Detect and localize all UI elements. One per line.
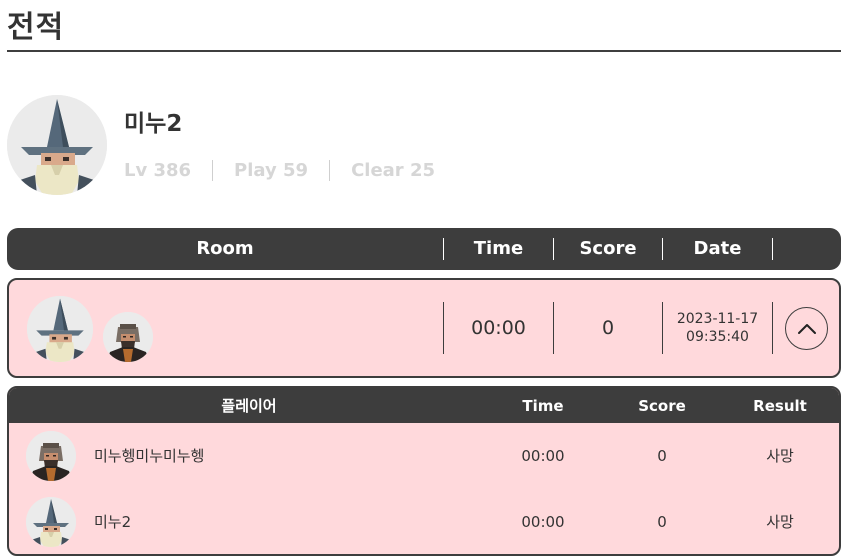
header-time: Time (473, 238, 524, 259)
collapse-details-button[interactable] (785, 307, 828, 350)
wizard-avatar-icon (27, 296, 93, 362)
player-row: 미누2 00:00 0 사망 (9, 489, 839, 554)
stat-play: Play 59 (234, 159, 309, 181)
title-divider (7, 50, 841, 52)
knight-avatar-icon (103, 312, 153, 362)
stat-level: Lv 386 (124, 159, 192, 181)
player-time: 00:00 (521, 513, 565, 531)
stat-divider (329, 159, 331, 181)
knight-avatar-icon (26, 431, 76, 481)
detail-header-result: Result (753, 397, 807, 415)
player-result: 사망 (766, 447, 794, 465)
history-table-header: Room Time Score Date (7, 228, 841, 270)
header-divider (772, 238, 773, 260)
room-history-row[interactable]: 00:00 0 2023-11-17 09:35:40 (7, 278, 841, 378)
player-avatar (26, 497, 76, 547)
stat-clear: Clear 25 (351, 159, 435, 181)
player-avatar (26, 431, 76, 481)
stat-divider (212, 159, 214, 181)
player-row: 미누헹미누미누헹 00:00 0 사망 (9, 423, 839, 489)
player-name: 미누헹미누미누헹 (94, 447, 205, 465)
player-time: 00:00 (521, 447, 565, 465)
page-title: 전적 (7, 10, 65, 45)
chevron-up-icon (797, 323, 816, 334)
player-name: 미누2 (94, 513, 132, 531)
row-divider (772, 302, 773, 354)
detail-header-player: 플레이어 (221, 397, 277, 415)
room-date-time: 09:35:40 (686, 329, 749, 345)
player-result: 사망 (766, 513, 794, 531)
room-time: 00:00 (471, 317, 526, 339)
profile-username: 미누2 (124, 111, 183, 137)
detail-header-time: Time (522, 397, 564, 415)
detail-header-score: Score (638, 397, 686, 415)
header-date: Date (693, 238, 742, 259)
profile-avatar (7, 95, 107, 195)
wizard-avatar-icon (26, 497, 76, 547)
header-room: Room (196, 238, 254, 259)
room-score: 0 (601, 317, 615, 339)
player-score: 0 (657, 513, 667, 531)
room-player-avatar (103, 312, 153, 362)
room-detail-panel: 플레이어 Time Score Result 미누헹미누미누헹 00:00 0 … (7, 386, 841, 556)
room-date-day: 2023-11-17 (676, 311, 759, 327)
header-score: Score (579, 238, 637, 259)
room-date: 2023-11-17 09:35:40 (663, 280, 772, 376)
detail-header: 플레이어 Time Score Result (9, 388, 839, 423)
wizard-avatar-icon (7, 95, 107, 195)
profile-stats: Lv 386 Play 59 Clear 25 (124, 158, 435, 182)
room-player-avatar (27, 296, 93, 362)
player-score: 0 (657, 447, 667, 465)
